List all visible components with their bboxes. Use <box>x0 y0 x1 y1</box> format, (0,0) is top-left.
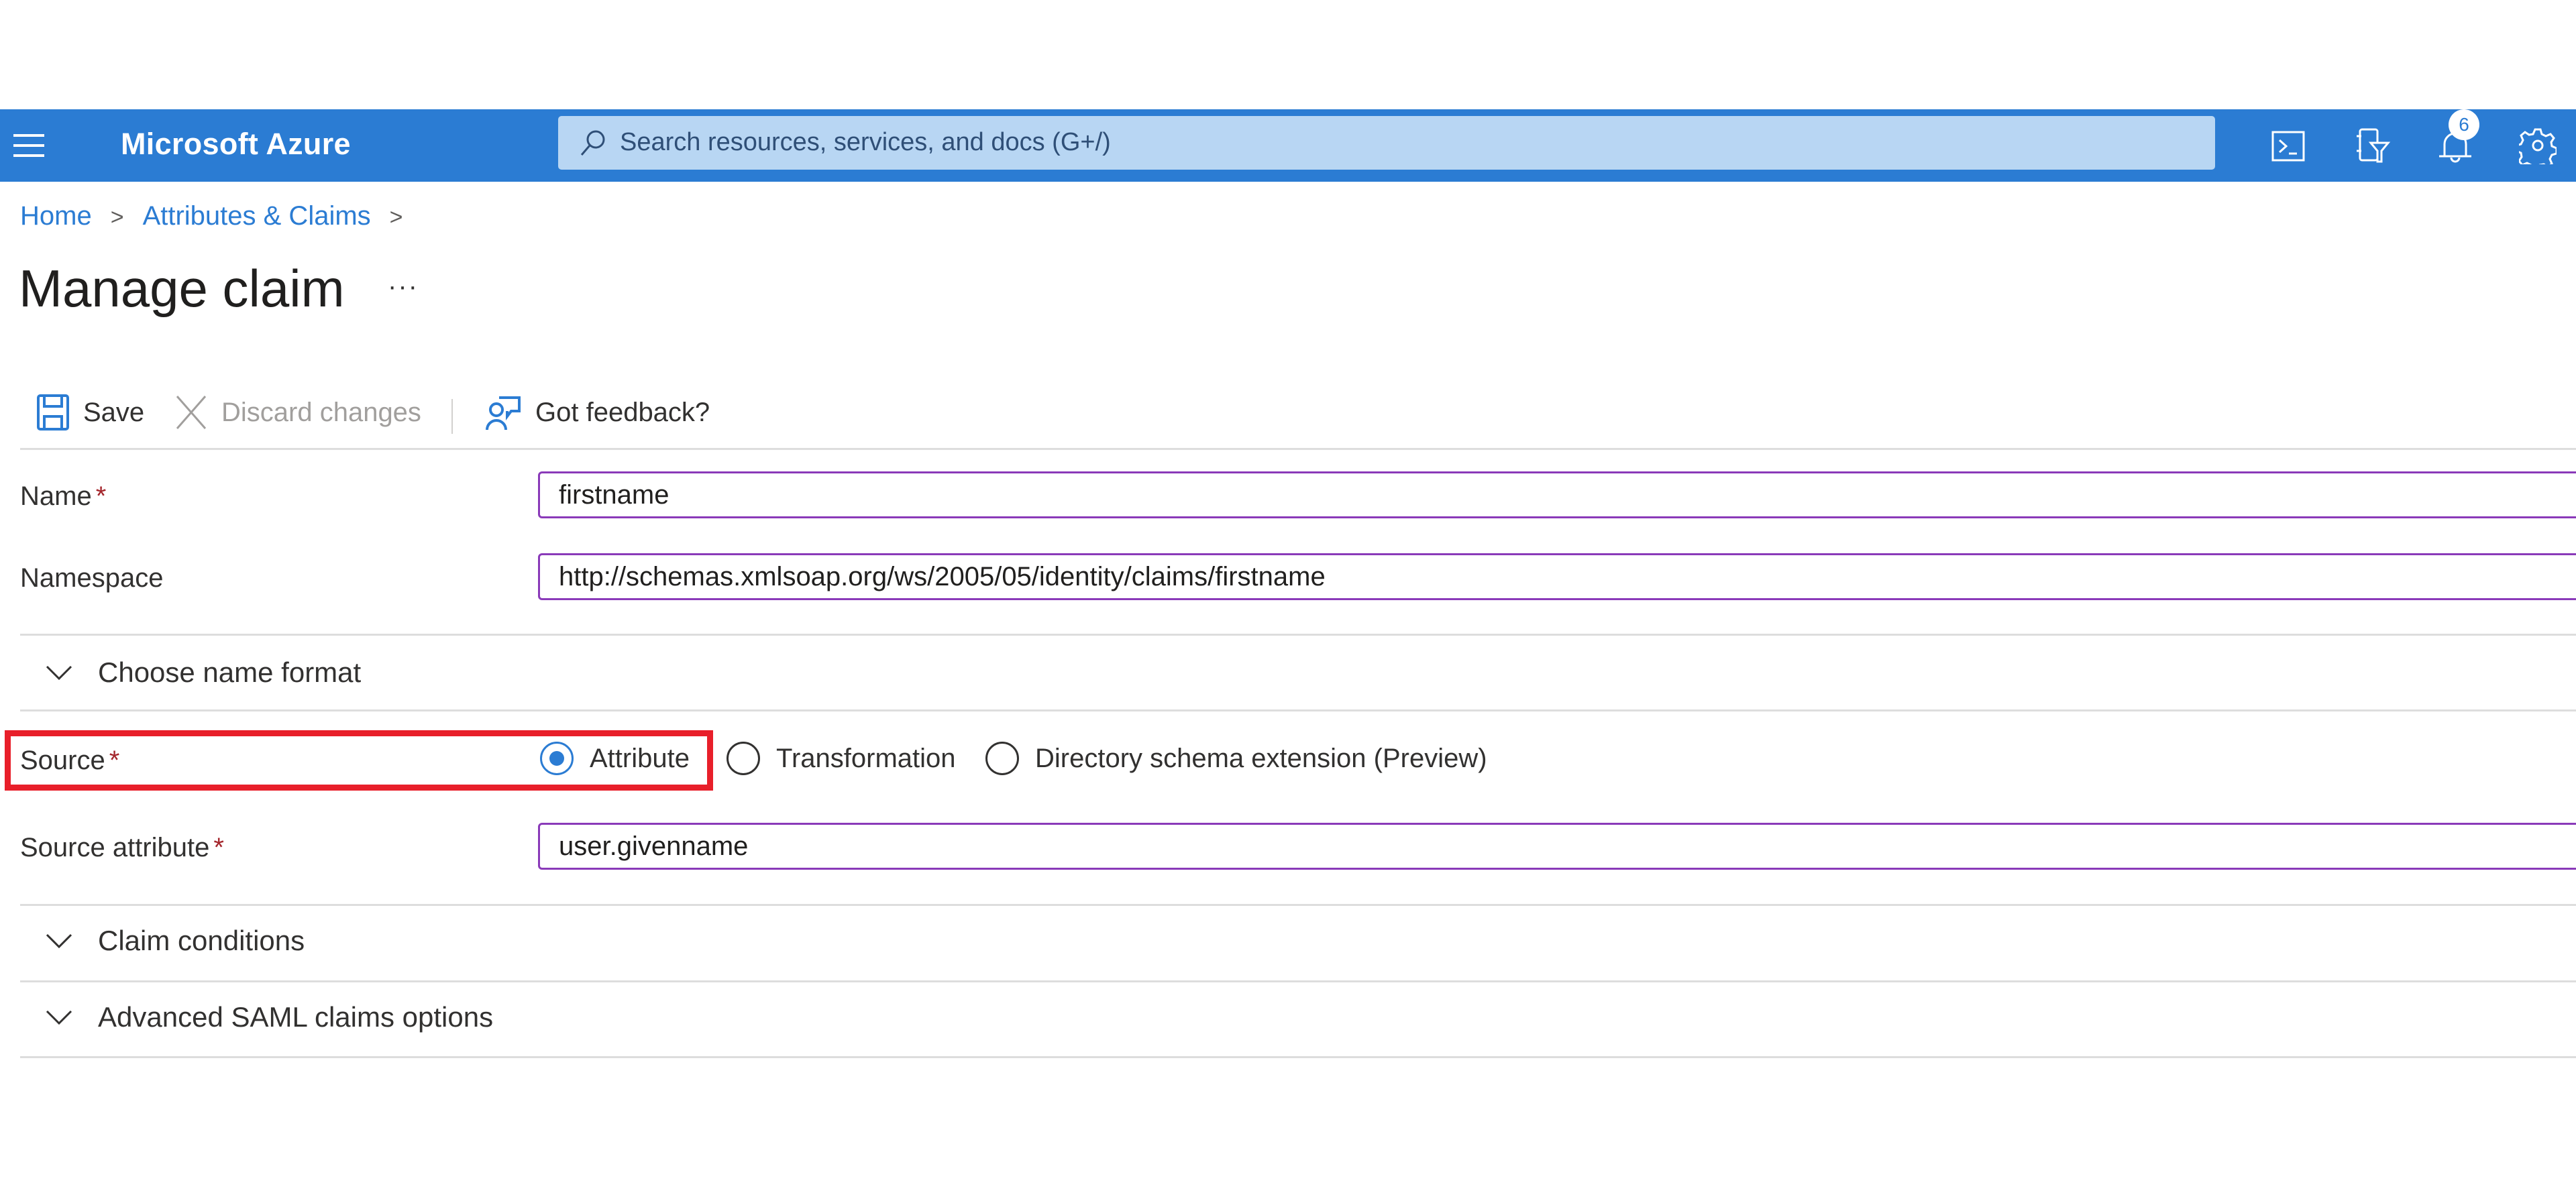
save-label: Save <box>83 397 145 427</box>
choose-name-format-label: Choose name format <box>98 656 362 688</box>
brand-title[interactable]: Microsoft Azure <box>121 127 351 162</box>
discard-changes-button[interactable]: Discard changes <box>174 392 421 433</box>
directory-filter-icon[interactable] <box>2353 127 2391 164</box>
close-icon <box>176 396 207 429</box>
source-attribute-input[interactable] <box>538 823 2576 870</box>
gear-icon[interactable] <box>2519 127 2557 164</box>
source-radio-attribute[interactable]: Attribute <box>540 738 690 779</box>
toolbar-divider <box>451 399 453 434</box>
feedback-button[interactable]: Got feedback? <box>484 392 710 433</box>
radio-label: Transformation <box>776 743 956 773</box>
claim-conditions-section[interactable]: Claim conditions <box>20 914 305 968</box>
radio-checked-icon <box>540 742 574 775</box>
name-input[interactable] <box>538 471 2576 518</box>
divider <box>20 1056 2576 1058</box>
save-icon <box>37 394 69 431</box>
divider <box>20 980 2576 982</box>
cloud-shell-icon[interactable] <box>2270 127 2308 164</box>
page-title: Manage claim <box>19 259 345 318</box>
divider <box>20 904 2576 906</box>
breadcrumb-attributes-claims[interactable]: Attributes & Claims <box>143 201 371 231</box>
search-icon <box>580 130 605 156</box>
chevron-right-icon: > <box>110 205 124 230</box>
more-options-button[interactable]: ··· <box>388 272 419 302</box>
notification-count-badge: 6 <box>2449 109 2479 140</box>
source-radio-directory-schema-extension[interactable]: Directory schema extension (Preview) <box>985 738 1487 779</box>
save-button[interactable]: Save <box>36 392 144 433</box>
source-label: Source * <box>20 746 120 775</box>
advanced-saml-claims-section[interactable]: Advanced SAML claims options <box>20 990 493 1044</box>
chevron-down-icon <box>46 1010 72 1025</box>
namespace-label: Namespace <box>20 563 164 593</box>
radio-unchecked-icon <box>727 742 760 775</box>
search-placeholder: Search resources, services, and docs (G+… <box>620 128 1111 156</box>
radio-label: Directory schema extension (Preview) <box>1035 743 1487 773</box>
source-attribute-label: Source attribute * <box>20 833 224 862</box>
discard-changes-label: Discard changes <box>221 397 421 427</box>
source-radio-transformation[interactable]: Transformation <box>727 738 956 779</box>
radio-label: Attribute <box>590 743 690 773</box>
hamburger-menu-icon[interactable] <box>13 134 44 157</box>
advanced-saml-claims-label: Advanced SAML claims options <box>98 1001 494 1033</box>
divider <box>20 448 2576 450</box>
global-search-input[interactable]: Search resources, services, and docs (G+… <box>558 116 2215 170</box>
chevron-down-icon <box>46 665 72 681</box>
divider <box>20 634 2576 636</box>
choose-name-format-section[interactable]: Choose name format <box>20 646 361 699</box>
chevron-down-icon <box>46 933 72 949</box>
command-bar: Save Discard changes Got feedback? <box>20 386 2576 439</box>
breadcrumb: Home > Attributes & Claims > <box>20 201 422 231</box>
chevron-right-icon: > <box>389 205 403 230</box>
feedback-icon <box>486 396 521 431</box>
breadcrumb-home[interactable]: Home <box>20 201 92 231</box>
namespace-input[interactable] <box>538 553 2576 600</box>
name-label: Name * <box>20 481 107 511</box>
claim-conditions-label: Claim conditions <box>98 925 305 956</box>
feedback-label: Got feedback? <box>535 397 710 427</box>
radio-unchecked-icon <box>985 742 1019 775</box>
divider <box>20 709 2576 711</box>
top-navigation-bar: Microsoft Azure Search resources, servic… <box>0 109 2576 182</box>
